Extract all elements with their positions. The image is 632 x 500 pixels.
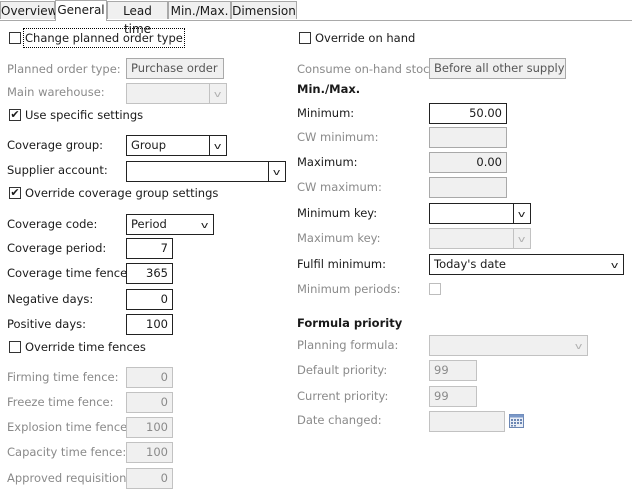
maximum-label: Maximum: xyxy=(297,155,358,169)
main-warehouse-label: Main warehouse: xyxy=(7,85,105,99)
capacity-time-fence-field: 100 xyxy=(126,442,173,463)
minimum-periods-label: Minimum periods: xyxy=(297,282,401,296)
calendar-icon[interactable] xyxy=(509,414,524,431)
fulfil-minimum-label: Fulfil minimum: xyxy=(297,257,387,271)
minimum-field[interactable]: 50.00 xyxy=(429,103,507,124)
minmax-heading: Min./Max. xyxy=(297,82,361,96)
supplier-account-label: Supplier account: xyxy=(7,163,108,177)
planned-order-type-label: Planned order type: xyxy=(7,62,121,76)
coverage-time-fence-field[interactable]: 365 xyxy=(126,263,173,284)
tab-overview[interactable]: Overview xyxy=(0,1,58,19)
tab-general[interactable]: General xyxy=(55,0,107,21)
override-on-hand-checkbox[interactable] xyxy=(299,32,311,44)
chevron-down-icon[interactable]: v xyxy=(197,215,213,234)
tab-lead-time[interactable]: Lead time xyxy=(107,1,168,36)
coverage-group-value: Group xyxy=(131,138,167,152)
tab-bar: Overview General Lead time Min./Max. Dim… xyxy=(0,0,632,36)
firming-time-fence-field: 0 xyxy=(126,367,173,388)
minimum-key-dropdown[interactable]: v xyxy=(429,203,531,224)
date-changed-label: Date changed: xyxy=(297,413,382,427)
planning-formula-dropdown: v xyxy=(429,335,588,356)
chevron-down-icon: v xyxy=(575,342,583,352)
negative-days-field[interactable]: 0 xyxy=(126,289,173,310)
supplier-account-dropdown[interactable]: v xyxy=(126,161,286,182)
planning-formula-label: Planning formula: xyxy=(297,338,399,352)
chevron-down-icon: v xyxy=(513,229,530,248)
positive-days-label: Positive days: xyxy=(7,317,87,331)
tab-dimension[interactable]: Dimension xyxy=(231,1,297,19)
freeze-time-fence-field: 0 xyxy=(126,392,173,413)
chevron-down-icon[interactable]: v xyxy=(513,204,530,223)
cw-maximum-label: CW maximum: xyxy=(297,180,382,194)
positive-days-field[interactable]: 100 xyxy=(126,314,173,335)
main-warehouse-dropdown[interactable]: v xyxy=(126,83,227,104)
coverage-code-label: Coverage code: xyxy=(7,217,98,231)
minimum-periods-checkbox xyxy=(429,283,441,295)
planned-order-type-field: Purchase order xyxy=(126,58,224,79)
coverage-time-fence-label: Coverage time fence: xyxy=(7,266,132,280)
cw-minimum-label: CW minimum: xyxy=(297,130,379,144)
approved-requisitions-field: 0 xyxy=(126,468,173,489)
override-coverage-group-label: Override coverage group settings xyxy=(25,186,219,200)
override-time-fences-checkbox[interactable] xyxy=(9,341,21,353)
date-changed-field xyxy=(429,411,505,432)
coverage-code-dropdown[interactable]: Period v xyxy=(126,214,214,235)
approved-requisitions-label: Approved requisitions: xyxy=(7,471,137,485)
use-specific-settings-label: Use specific settings xyxy=(25,108,144,122)
explosion-time-fence-label: Explosion time fence: xyxy=(7,420,132,434)
chevron-down-icon: v xyxy=(209,84,226,103)
chevron-down-icon[interactable]: v xyxy=(209,136,226,155)
coverage-period-label: Coverage period: xyxy=(7,241,107,255)
current-priority-field: 99 xyxy=(429,386,477,407)
maximum-key-label: Maximum key: xyxy=(297,231,381,245)
cw-maximum-field xyxy=(429,177,507,198)
coverage-period-field[interactable]: 7 xyxy=(126,238,173,259)
change-planned-order-type-checkbox[interactable] xyxy=(9,32,21,44)
default-priority-label: Default priority: xyxy=(297,363,388,377)
coverage-code-value: Period xyxy=(131,217,167,231)
consume-on-hand-field: Before all other supply xyxy=(429,58,566,79)
override-on-hand-label: Override on hand xyxy=(315,31,416,45)
current-priority-label: Current priority: xyxy=(297,389,389,403)
check-icon: ✔ xyxy=(10,108,20,121)
tab-min-max[interactable]: Min./Max. xyxy=(168,1,231,19)
change-planned-order-type-label: Change planned order type xyxy=(23,28,185,48)
coverage-group-dropdown[interactable]: Group v xyxy=(126,135,227,156)
override-coverage-group-checkbox[interactable]: ✔ xyxy=(9,187,21,199)
consume-on-hand-label: Consume on-hand stock: xyxy=(297,62,441,76)
maximum-field[interactable]: 0.00 xyxy=(429,152,507,173)
minimum-label: Minimum: xyxy=(297,106,355,120)
minimum-key-label: Minimum key: xyxy=(297,206,378,220)
formula-priority-heading: Formula priority xyxy=(297,316,403,330)
chevron-down-icon[interactable]: v xyxy=(607,255,623,274)
negative-days-label: Negative days: xyxy=(7,292,94,306)
override-time-fences-label: Override time fences xyxy=(25,340,146,354)
use-specific-settings-checkbox[interactable]: ✔ xyxy=(9,109,21,121)
cw-minimum-field xyxy=(429,127,507,148)
explosion-time-fence-field: 100 xyxy=(126,417,173,438)
check-icon: ✔ xyxy=(10,186,20,199)
fulfil-minimum-dropdown[interactable]: Today's date v xyxy=(429,254,624,275)
firming-time-fence-label: Firming time fence: xyxy=(7,370,119,384)
chevron-down-icon[interactable]: v xyxy=(268,162,285,181)
capacity-time-fence-label: Capacity time fence: xyxy=(7,445,127,459)
default-priority-field: 99 xyxy=(429,360,477,381)
maximum-key-dropdown: v xyxy=(429,228,531,249)
freeze-time-fence-label: Freeze time fence: xyxy=(7,395,114,409)
coverage-group-label: Coverage group: xyxy=(7,138,104,152)
fulfil-minimum-value: Today's date xyxy=(434,257,506,271)
